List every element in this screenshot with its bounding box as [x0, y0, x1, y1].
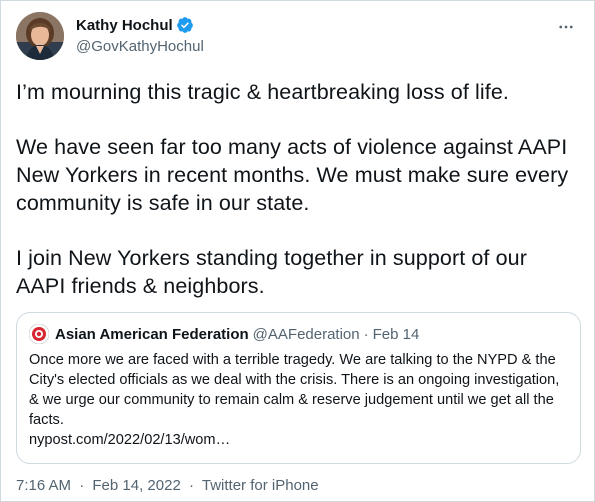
quoted-tweet-header: Asian American Federation @AAFederation …: [28, 323, 568, 345]
avatar[interactable]: [16, 12, 64, 60]
tweet-paragraph-1: I’m mourning this tragic & heartbreaking…: [16, 80, 509, 104]
tweet-text: I’m mourning this tragic & heartbreaking…: [16, 78, 581, 327]
tweet-header: Kathy Hochul @GovKathyHochul: [16, 12, 579, 60]
meta-separator-2: ·: [188, 477, 194, 494]
quoted-tweet[interactable]: Asian American Federation @AAFederation …: [16, 312, 581, 464]
tweet-source[interactable]: Twitter for iPhone: [202, 477, 319, 494]
quoted-tweet-text: Once more we are faced with a terrible t…: [29, 350, 568, 450]
tweet-time[interactable]: 7:16 AM: [16, 477, 71, 494]
more-horizontal-icon[interactable]: [555, 16, 577, 38]
meta-separator-1: ·: [79, 477, 85, 494]
tweet-date[interactable]: Feb 14, 2022: [92, 477, 180, 494]
author-handle[interactable]: @GovKathyHochul: [76, 38, 204, 55]
quoted-handle[interactable]: @AAFederation: [253, 326, 360, 343]
tweet-paragraph-3: I join New Yorkers standing together in …: [16, 246, 527, 298]
author-name-row: Kathy Hochul: [76, 15, 204, 35]
quoted-date[interactable]: Feb 14: [373, 326, 420, 343]
verified-badge-icon: [176, 16, 194, 34]
quoted-text-body: Once more we are faced with a terrible t…: [29, 352, 560, 428]
quoted-link[interactable]: nypost.com/2022/02/13/wom…: [29, 432, 230, 448]
tweet-card: Kathy Hochul @GovKathyHochul I’m mournin…: [0, 0, 595, 502]
person-portrait-avatar: [16, 12, 64, 60]
quoted-display-name[interactable]: Asian American Federation: [55, 326, 249, 343]
quoted-avatar-icon: [28, 323, 50, 345]
tweet-meta: 7:16 AM · Feb 14, 2022 · Twitter for iPh…: [16, 477, 319, 494]
quoted-separator: ·: [363, 325, 369, 343]
author-display-name[interactable]: Kathy Hochul: [76, 17, 173, 34]
author-info: Kathy Hochul @GovKathyHochul: [76, 15, 204, 56]
tweet-paragraph-2: We have seen far too many acts of violen…: [16, 135, 569, 215]
